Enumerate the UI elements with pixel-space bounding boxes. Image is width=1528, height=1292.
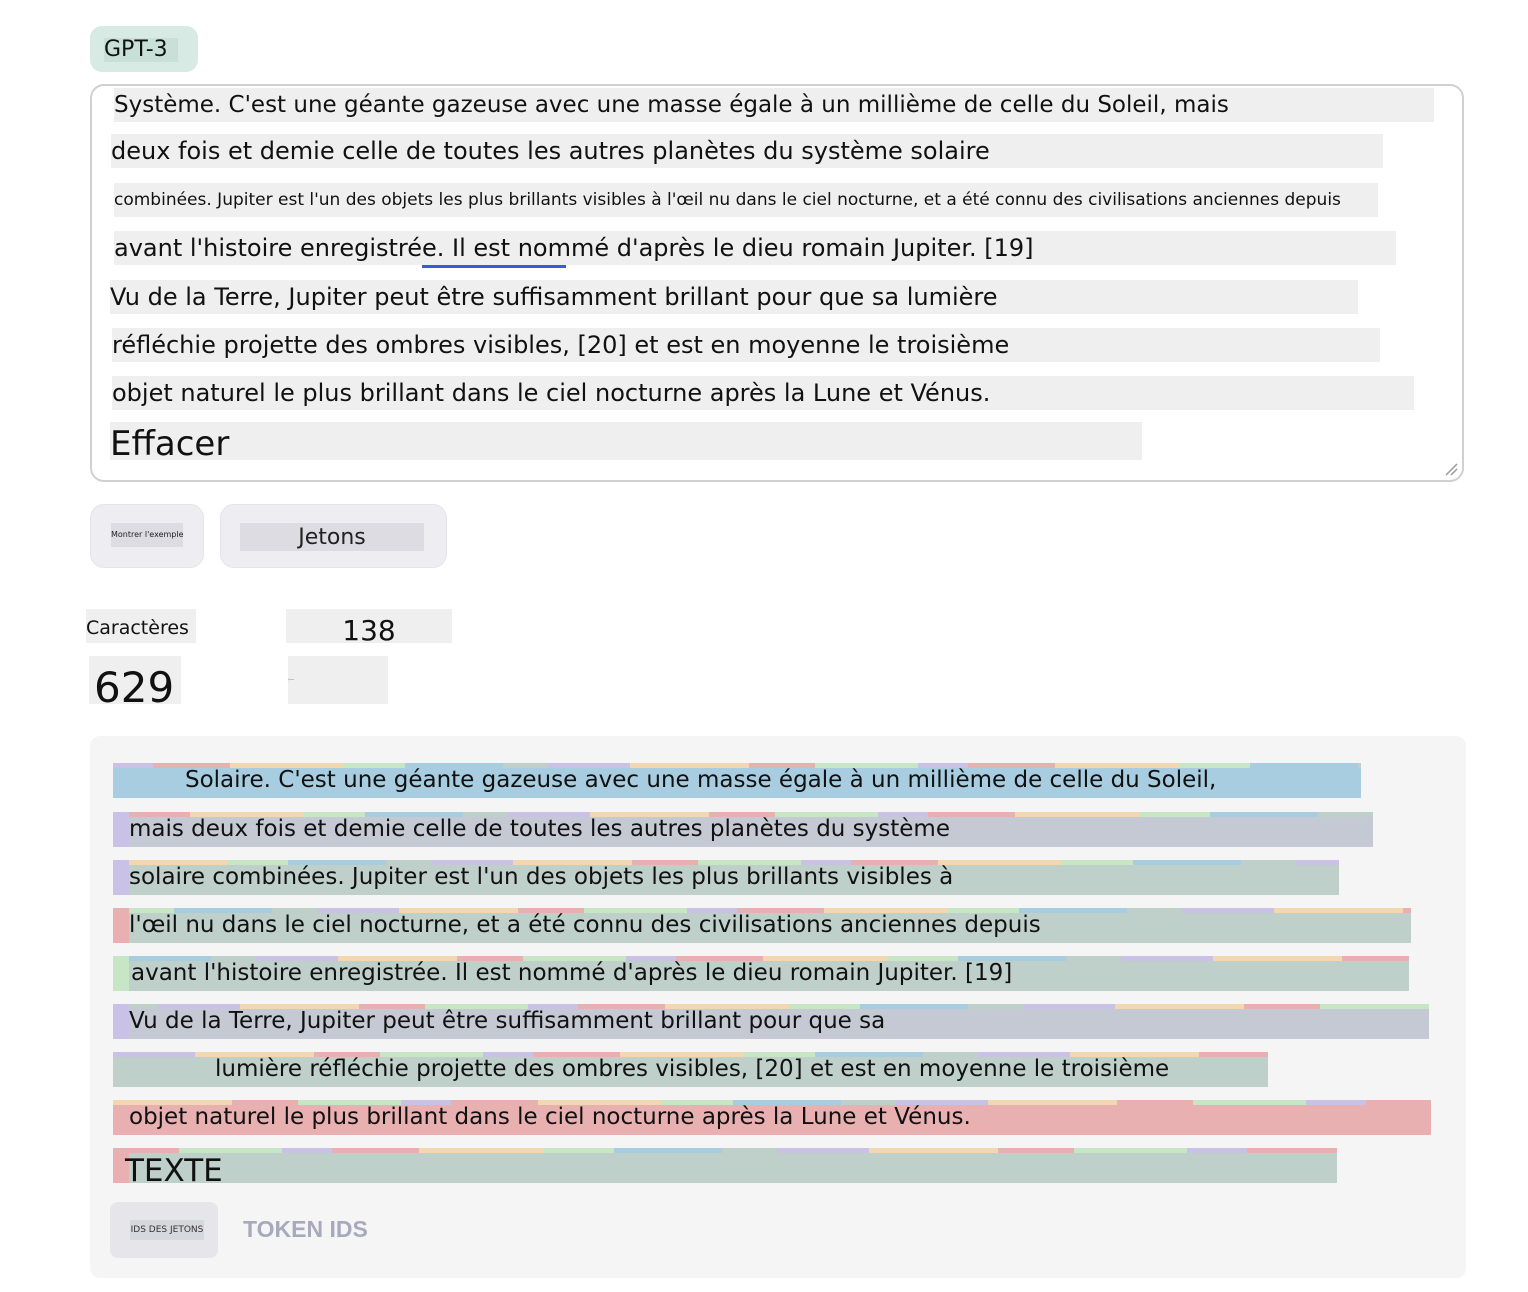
token-line: mais deux fois et demie celle de toutes …: [113, 812, 1373, 847]
token-segment: [1074, 1148, 1187, 1153]
token-segment: [1296, 860, 1339, 865]
editor-line: Vu de la Terre, Jupiter peut être suffis…: [110, 280, 1358, 314]
token-segment: [1213, 956, 1342, 961]
token-line-text: solaire combinées. Jupiter est l'un des …: [129, 864, 954, 890]
editor-line: deux fois et demie celle de toutes les a…: [111, 134, 1383, 168]
token-segment: [1066, 956, 1121, 961]
token-segment: [1320, 1004, 1429, 1009]
token-segment: [1306, 1100, 1366, 1105]
text-input-area[interactable]: Système. C'est une géante gazeuse avec u…: [90, 84, 1464, 482]
spellcheck-underline: [422, 265, 566, 268]
token-segment: [722, 1148, 777, 1153]
token-segment: [1187, 1148, 1247, 1153]
token-line: lumière réfléchie projette des ombres vi…: [113, 1052, 1268, 1087]
token-line-text: TEXTE: [125, 1153, 223, 1189]
token-segment: [1274, 908, 1403, 913]
token-segment: [998, 1148, 1074, 1153]
editor-line: combinées. Jupiter est l'un des objets l…: [114, 183, 1378, 217]
token-segment: [1023, 1004, 1115, 1009]
editor-line: réfléchie projette des ombres visibles, …: [112, 328, 1380, 362]
tab-gpt3-label: GPT-3: [104, 38, 178, 62]
resize-handle-icon[interactable]: [1444, 462, 1458, 476]
token-line-text: lumière réfléchie projette des ombres vi…: [215, 1056, 1170, 1082]
token-segment: [1342, 956, 1409, 961]
token-segment: [1193, 1100, 1306, 1105]
token-segment: [1182, 908, 1274, 913]
token-segment: [1318, 812, 1373, 817]
token-segment: [1117, 1100, 1193, 1105]
token-segment: [1139, 812, 1210, 817]
token-line: objet naturel le plus brillant dans le c…: [113, 1100, 1431, 1135]
token-line: avant l'histoire enregistrée. Il est nom…: [113, 956, 1409, 991]
characters-label: Caractères: [86, 609, 196, 643]
editor-line: Effacer: [110, 422, 1142, 460]
token-line-text: Vu de la Terre, Jupiter peut être suffis…: [129, 1008, 886, 1034]
token-segment: [1366, 1100, 1431, 1105]
token-line: solaire combinées. Jupiter est l'un des …: [113, 860, 1339, 895]
token-segment: [543, 1148, 614, 1153]
token-segment: [614, 1148, 722, 1153]
editor-line: Système. C'est une géante gazeuse avec u…: [114, 88, 1434, 122]
token-line: Solaire. C'est une géante gazeuse avec u…: [113, 763, 1361, 798]
token-segment: [1062, 860, 1133, 865]
token-line: TEXTE: [113, 1148, 1337, 1189]
tokens-count: 138: [286, 609, 452, 643]
show-example-label: Montrer l'exemple: [111, 523, 184, 547]
token-line-text: objet naturel le plus brillant dans le c…: [129, 1104, 971, 1130]
characters-count: 629: [89, 656, 181, 704]
token-segment: [1121, 956, 1213, 961]
token-line-text: mais deux fois et demie celle de toutes …: [129, 816, 950, 842]
token-line-text: Solaire. C'est une géante gazeuse avec u…: [185, 767, 1217, 793]
token-segment: [1241, 860, 1296, 865]
editor-line: objet naturel le plus brillant dans le c…: [112, 376, 1414, 410]
token-segment: [1210, 812, 1318, 817]
token-line-text: avant l'histoire enregistrée. Il est nom…: [131, 960, 1013, 986]
token-segment: [1247, 1148, 1337, 1153]
token-segment: [988, 1100, 1117, 1105]
editor-line: avant l'histoire enregistrée. Il est nom…: [114, 231, 1396, 265]
token-line: l'œil nu dans le ciel nocturne, et a été…: [113, 908, 1411, 943]
tokens-button[interactable]: Jetons: [220, 504, 447, 568]
token-line-text: l'œil nu dans le ciel nocturne, et a été…: [129, 912, 1041, 938]
token-segment: [938, 860, 1062, 865]
token-segment: [869, 1148, 998, 1153]
token-ids-button-label: IDS DES JETONS: [130, 1220, 204, 1240]
tab-gpt3[interactable]: GPT-3: [90, 26, 198, 72]
token-ids-button[interactable]: IDS DES JETONS: [110, 1202, 218, 1258]
show-example-button[interactable]: Montrer l'exemple: [90, 504, 204, 568]
token-segment: [1127, 908, 1182, 913]
token-line: Vu de la Terre, Jupiter peut être suffis…: [113, 1004, 1429, 1039]
token-segment: [1115, 1004, 1244, 1009]
token-segment: [1133, 860, 1241, 865]
token-segment: [332, 1148, 419, 1153]
token-segment: [419, 1148, 543, 1153]
token-segment: [1015, 812, 1139, 817]
token-segment: [1403, 908, 1411, 913]
token-segment: [1199, 1052, 1268, 1057]
token-ids-toggle[interactable]: TOKEN IDS: [243, 1216, 368, 1243]
tokens-button-label: Jetons: [240, 523, 424, 551]
token-segment: [968, 1004, 1023, 1009]
token-segment: [777, 1148, 869, 1153]
token-segment: [282, 1148, 332, 1153]
token-segment: [1250, 763, 1358, 768]
token-segment: [1244, 1004, 1320, 1009]
token-segment: [1358, 763, 1361, 768]
tokens-count-label: Jetons: [288, 656, 388, 704]
